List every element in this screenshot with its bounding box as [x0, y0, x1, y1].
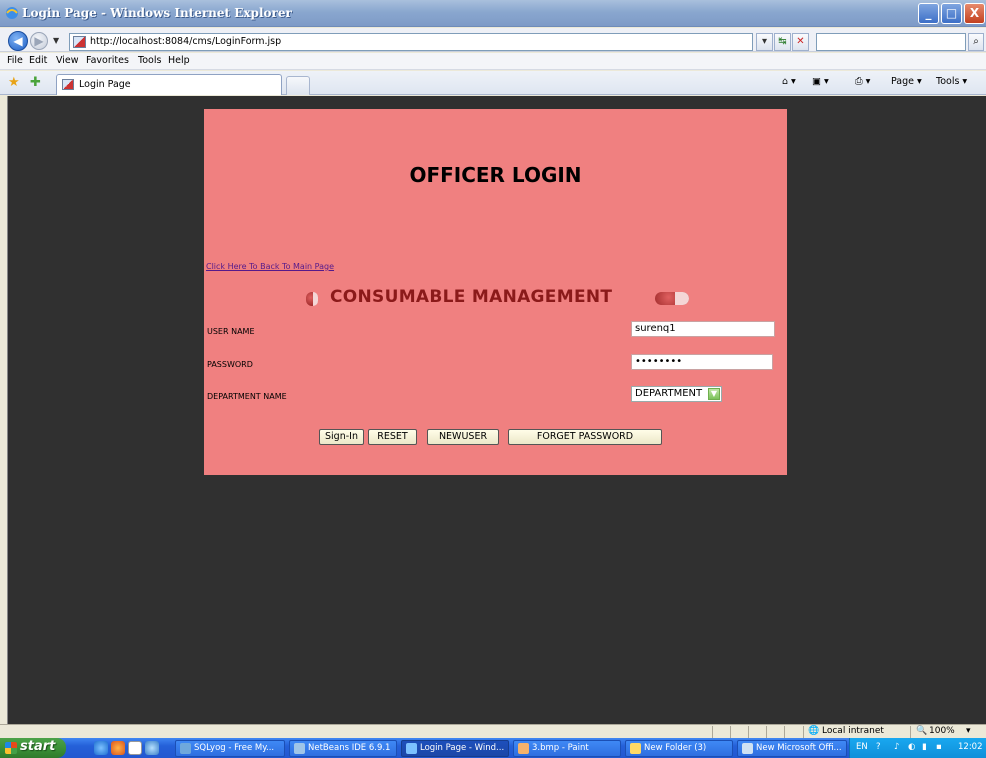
maximize-button[interactable]: □ [941, 3, 962, 24]
forward-button[interactable]: ▶ [30, 32, 48, 50]
username-label: USER NAME [207, 327, 255, 336]
task-netbeans[interactable]: NetBeans IDE 6.9.1 [289, 740, 397, 757]
menu-bar: File Edit View Favorites Tools Help [0, 53, 986, 70]
minimize-button[interactable]: _ [918, 3, 939, 24]
start-label: start [20, 739, 56, 754]
page-heading: OFFICER LOGIN [409, 163, 582, 187]
folder-icon [630, 743, 641, 754]
ie-logo-icon [6, 7, 18, 19]
tab-login-page[interactable]: Login Page [56, 74, 282, 95]
menu-view[interactable]: View [56, 55, 79, 66]
window-titlebar: Login Page - Windows Internet Explorer _… [0, 0, 986, 27]
task-sqlyog[interactable]: SQLyog - Free My... [175, 740, 285, 757]
menu-help[interactable]: Help [168, 55, 190, 66]
network-tray-icon[interactable]: ▪ [936, 742, 942, 752]
tab-label: Login Page [79, 79, 131, 90]
password-label: PASSWORD [207, 360, 253, 369]
clock[interactable]: 12:02 [958, 742, 983, 752]
desktop-quicklaunch-icon[interactable] [145, 741, 159, 755]
back-arrow-icon: ◀ [13, 34, 23, 48]
task-new-folder[interactable]: New Folder (3) [625, 740, 733, 757]
reset-button[interactable]: RESET [368, 429, 417, 445]
banner-row: CONSUMABLE MANAGEMENT [204, 285, 787, 309]
back-button[interactable]: ◀ [8, 31, 28, 51]
department-select[interactable]: DEPARTMENT ▼ [631, 386, 722, 402]
address-url[interactable]: http://localhost:8084/cms/LoginForm.jsp [90, 36, 281, 47]
capsule-right-icon [655, 292, 689, 305]
login-panel: OFFICER LOGIN Click Here To Back To Main… [204, 109, 787, 475]
refresh-button[interactable]: ↹ [774, 33, 791, 51]
zoom-level[interactable]: 100% [929, 726, 955, 736]
tray-icon-3[interactable]: ▮ [922, 742, 927, 752]
stop-button[interactable]: ✕ [792, 33, 809, 51]
page-menu[interactable]: Page ▾ [891, 76, 922, 87]
address-toolbar: ◀ ▶ ▼ http://localhost:8084/cms/LoginFor… [0, 28, 986, 52]
start-button[interactable]: start [0, 738, 66, 758]
windows-flag-icon [5, 742, 17, 754]
forward-arrow-icon: ▶ [34, 34, 44, 48]
menu-file[interactable]: File [7, 55, 23, 66]
menu-edit[interactable]: Edit [29, 55, 47, 66]
banner-title: CONSUMABLE MANAGEMENT [330, 287, 613, 307]
department-selected: DEPARTMENT [635, 388, 703, 399]
task-paint[interactable]: 3.bmp - Paint [513, 740, 621, 757]
status-bar: 🌐 Local intranet 🔍 100% ▾ [0, 724, 986, 738]
add-favorites-icon[interactable]: ✚ [30, 75, 41, 90]
tray-icon-2[interactable]: ◐ [908, 742, 915, 752]
favorites-star-icon[interactable]: ★ [8, 75, 20, 90]
close-button[interactable]: X [964, 3, 985, 24]
feeds-icon[interactable]: ▣ ▾ [812, 76, 829, 87]
signin-button[interactable]: Sign-In [319, 429, 364, 445]
office-icon [742, 743, 753, 754]
history-dropdown-icon[interactable]: ▼ [53, 36, 59, 45]
forget-password-button[interactable]: FORGET PASSWORD [508, 429, 662, 445]
username-input[interactable]: surenq1 [631, 321, 775, 337]
print-icon[interactable]: ⎙ ▾ [855, 76, 870, 87]
language-indicator[interactable]: EN [856, 742, 868, 752]
task-ms-office[interactable]: New Microsoft Offi... [737, 740, 847, 757]
task-login-page[interactable]: Login Page - Wind... [401, 740, 509, 757]
netbeans-icon [294, 743, 305, 754]
tab-bar: ★ ✚ Login Page ⌂ ▾ ▣ ▾ ⎙ ▾ Page ▾ Tools … [0, 71, 986, 95]
select-arrow-icon: ▼ [708, 388, 720, 400]
back-to-main-link[interactable]: Click Here To Back To Main Page [206, 262, 334, 271]
security-zone: Local intranet [822, 726, 884, 736]
help-tray-icon[interactable]: ? [876, 742, 881, 752]
tools-menu[interactable]: Tools ▾ [936, 76, 967, 87]
content-left-edge [0, 96, 7, 724]
globe-icon: 🌐 [808, 726, 820, 736]
address-field[interactable]: http://localhost:8084/cms/LoginForm.jsp [69, 33, 753, 51]
app-quicklaunch-icon[interactable] [128, 741, 142, 755]
paint-icon [518, 743, 529, 754]
firefox-quicklaunch-icon[interactable] [111, 741, 125, 755]
newuser-button[interactable]: NEWUSER [427, 429, 499, 445]
zoom-icon[interactable]: 🔍 [916, 726, 927, 736]
menu-favorites[interactable]: Favorites [86, 55, 129, 66]
search-input[interactable] [816, 33, 966, 51]
window-title: Login Page - Windows Internet Explorer [22, 6, 292, 20]
ie-task-icon [406, 743, 417, 754]
password-input[interactable]: •••••••• [631, 354, 773, 370]
tab-favicon-icon [62, 79, 74, 90]
search-button[interactable]: ⌕ [968, 33, 984, 51]
system-tray: EN ? ♪ ◐ ▮ ▪ 12:02 [849, 738, 986, 758]
department-label: DEPARTMENT NAME [207, 392, 287, 401]
taskbar: start SQLyog - Free My... NetBeans IDE 6… [0, 738, 986, 758]
home-icon[interactable]: ⌂ ▾ [782, 76, 796, 87]
zoom-dropdown-icon[interactable]: ▾ [966, 726, 971, 736]
tray-icon-1[interactable]: ♪ [894, 742, 899, 752]
new-tab-button[interactable] [286, 76, 310, 95]
ie-quicklaunch-icon[interactable] [94, 741, 108, 755]
sqlyog-icon [180, 743, 191, 754]
menu-tools[interactable]: Tools [138, 55, 161, 66]
address-dropdown-button[interactable]: ▾ [756, 33, 773, 51]
capsule-left-icon [306, 292, 318, 306]
page-favicon-icon [73, 36, 86, 48]
